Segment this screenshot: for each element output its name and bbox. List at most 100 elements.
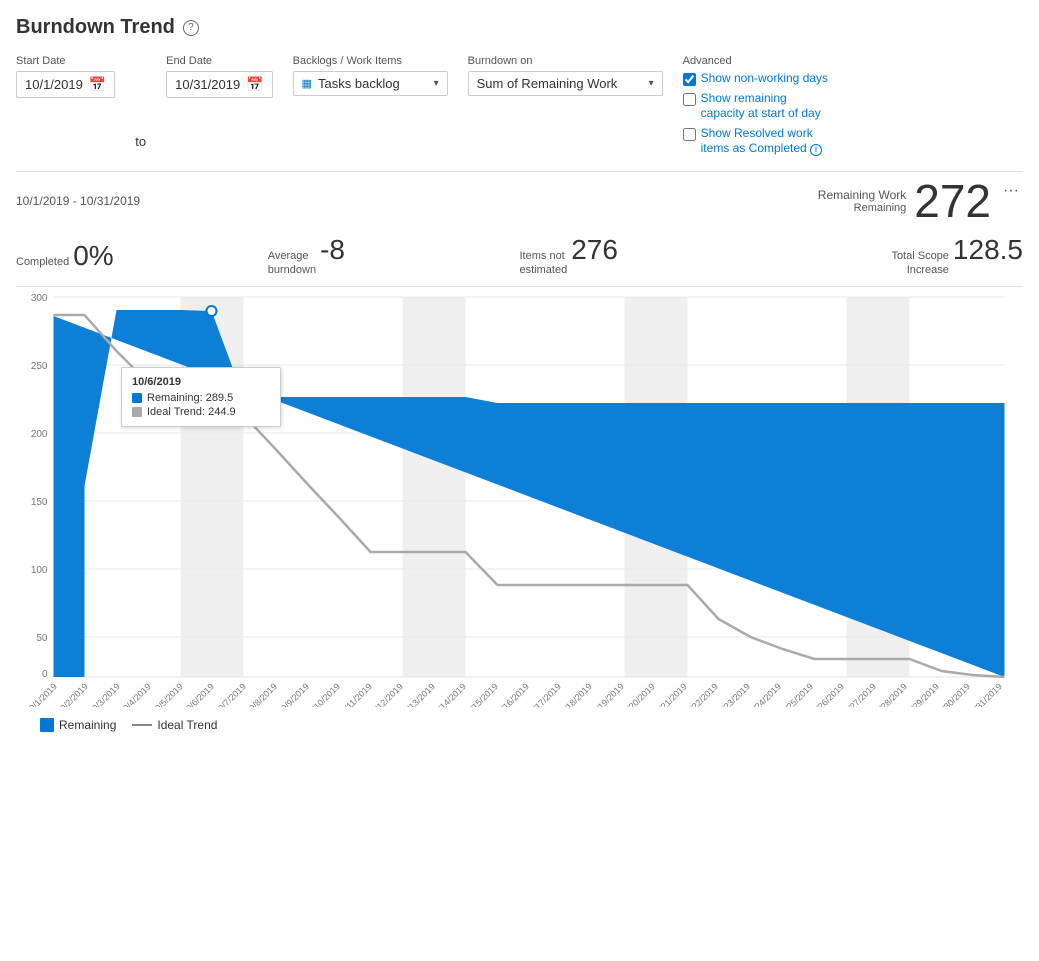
end-date-group: End Date 10/31/2019 📅 [166,55,273,98]
svg-text:10/17/2019: 10/17/2019 [524,681,563,707]
svg-text:10/31/2019: 10/31/2019 [965,681,1004,707]
svg-text:0: 0 [42,669,48,680]
stat-completed-label: Completed [16,256,69,268]
tooltip-dot-remaining [207,306,217,316]
stat-items-value: 276 [571,234,618,266]
svg-text:10/9/2019: 10/9/2019 [276,681,311,707]
burndown-chart: 300 250 200 150 100 50 0 [16,287,1023,707]
start-date-input[interactable]: 10/1/2019 📅 [16,71,115,98]
checkbox-resolved-items[interactable]: Show Resolved work items as Completed i [683,126,831,157]
chart-area: 300 250 200 150 100 50 0 [16,286,1023,710]
stat-items-label: Items notestimated [520,249,568,278]
backlogs-select[interactable]: ▦ Tasks backlog ▾ [293,71,448,96]
advanced-label: Advanced [683,55,831,67]
stat-completed-value: 0% [73,240,113,272]
to-separator: to [135,134,146,149]
advanced-group: Advanced Show non-working days Show rema… [683,55,831,157]
end-date-value: 10/31/2019 [175,77,240,92]
svg-text:10/21/2019: 10/21/2019 [650,681,689,707]
tooltip-swatch-remaining [132,393,142,403]
svg-text:10/24/2019: 10/24/2019 [744,681,783,707]
svg-text:50: 50 [36,633,48,644]
legend-remaining-swatch [40,718,54,732]
svg-text:250: 250 [31,361,48,372]
svg-text:10/20/2019: 10/20/2019 [618,681,657,707]
backlogs-label: Backlogs / Work Items [293,55,448,67]
svg-text:200: 200 [31,429,48,440]
checkbox-nonworking-input[interactable] [683,73,696,86]
backlogs-arrow-icon: ▾ [434,78,439,89]
burndown-on-group: Burndown on Sum of Remaining Work ▾ [468,55,663,96]
svg-text:10/1/2019: 10/1/2019 [24,681,59,707]
svg-text:10/12/2019: 10/12/2019 [366,681,405,707]
chart-legend: Remaining Ideal Trend [16,718,1023,732]
checkbox-capacity-input[interactable] [683,93,696,106]
legend-ideal-label: Ideal Trend [157,718,217,732]
date-range-text: 10/1/2019 - 10/31/2019 [16,194,140,208]
svg-text:10/14/2019: 10/14/2019 [429,681,468,707]
stat-avg-label: Averageburndown [268,249,316,278]
svg-text:300: 300 [31,293,48,304]
ellipsis-button[interactable]: ··· [999,182,1023,200]
svg-text:10/7/2019: 10/7/2019 [213,681,248,707]
backlogs-value: Tasks backlog [318,76,428,91]
svg-text:10/19/2019: 10/19/2019 [587,681,626,707]
burndown-on-select[interactable]: Sum of Remaining Work ▾ [468,71,663,96]
stat-completed: Completed 0% [16,240,268,272]
stat-average-burndown: Averageburndown -8 [268,234,520,278]
svg-text:10/2/2019: 10/2/2019 [55,681,90,707]
date-range-bar: 10/1/2019 - 10/31/2019 Remaining Work Re… [16,171,1023,230]
svg-text:10/29/2019: 10/29/2019 [902,681,941,707]
svg-text:10/22/2019: 10/22/2019 [681,681,720,707]
legend-remaining-label: Remaining [59,718,116,732]
svg-text:10/13/2019: 10/13/2019 [398,681,437,707]
svg-text:10/25/2019: 10/25/2019 [776,681,815,707]
end-date-calendar-icon[interactable]: 📅 [246,76,263,93]
start-date-label: Start Date [16,55,115,67]
help-icon[interactable]: ? [183,20,199,36]
chart-tooltip: 10/6/2019 Remaining: 289.5 Ideal Trend: … [121,367,281,427]
start-date-calendar-icon[interactable]: 📅 [89,76,106,93]
start-date-value: 10/1/2019 [25,77,83,92]
burndown-on-label: Burndown on [468,55,663,67]
stat-items-not-estimated: Items notestimated 276 [520,234,772,278]
stat-total-scope: Total ScopeIncrease 128.5 [771,234,1023,278]
legend-ideal-trend: Ideal Trend [132,718,217,732]
tooltip-row-ideal: Ideal Trend: 244.9 [132,406,270,418]
svg-text:10/4/2019: 10/4/2019 [118,681,153,707]
remaining-work-title: Remaining Work [818,188,906,202]
svg-text:10/26/2019: 10/26/2019 [807,681,846,707]
tooltip-text-ideal: Ideal Trend: 244.9 [147,406,236,418]
backlogs-icon: ▦ [302,77,312,90]
tooltip-row-remaining: Remaining: 289.5 [132,392,270,404]
svg-text:10/18/2019: 10/18/2019 [555,681,594,707]
svg-text:10/23/2019: 10/23/2019 [713,681,752,707]
stat-avg-value: -8 [320,234,345,266]
tooltip-date: 10/6/2019 [132,376,270,388]
svg-text:10/15/2019: 10/15/2019 [461,681,500,707]
svg-text:10/10/2019: 10/10/2019 [303,681,342,707]
checkbox-nonworking-label: Show non-working days [701,71,828,87]
svg-text:10/28/2019: 10/28/2019 [870,681,909,707]
legend-ideal-line [132,724,152,726]
tooltip-text-remaining: Remaining: 289.5 [147,392,233,404]
remaining-work-sub: Remaining [818,202,906,214]
checkbox-remaining-capacity[interactable]: Show remaining capacity at start of day [683,91,831,122]
checkbox-capacity-label: Show remaining capacity at start of day [701,91,831,122]
legend-remaining: Remaining [40,718,116,732]
burndown-on-arrow-icon: ▾ [649,78,654,89]
svg-text:10/8/2019: 10/8/2019 [244,681,279,707]
svg-text:150: 150 [31,497,48,508]
svg-text:100: 100 [31,565,48,576]
svg-text:10/11/2019: 10/11/2019 [335,681,373,707]
svg-text:10/16/2019: 10/16/2019 [492,681,531,707]
remaining-work-labels: Remaining Work Remaining [818,188,906,214]
stat-scope-value: 128.5 [953,234,1023,266]
page-title: Burndown Trend [16,16,175,39]
start-date-group: Start Date 10/1/2019 📅 [16,55,115,98]
svg-text:10/6/2019: 10/6/2019 [181,681,216,707]
tooltip-swatch-ideal [132,407,142,417]
checkbox-show-nonworking[interactable]: Show non-working days [683,71,831,87]
end-date-input[interactable]: 10/31/2019 📅 [166,71,273,98]
checkbox-resolved-input[interactable] [683,128,696,141]
